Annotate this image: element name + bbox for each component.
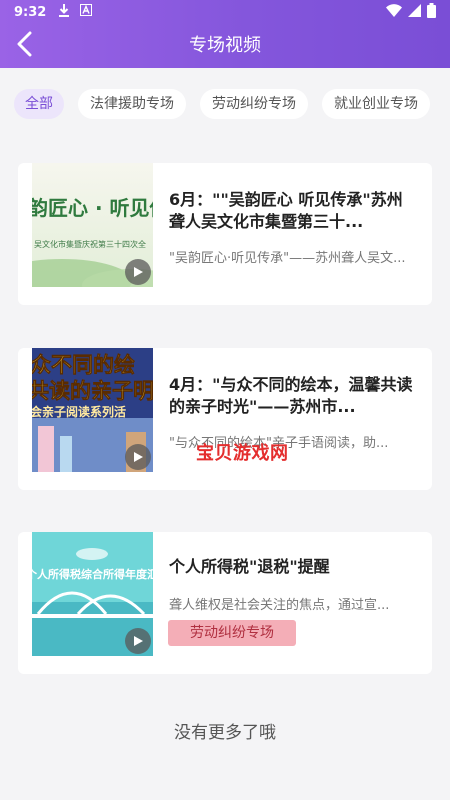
thumbnail-line-2: 共读的亲子明: [32, 379, 153, 403]
video-thumbnail[interactable]: 众不同的绘 共读的亲子明 会亲子阅读系列活: [32, 348, 153, 472]
video-card[interactable]: 众不同的绘 共读的亲子明 会亲子阅读系列活 4月："与众不同的绘本，温馨共读的亲…: [18, 348, 432, 490]
battery-icon: [427, 2, 436, 22]
category-tabs: 全部 法律援助专场 劳动纠纷专场 就业创业专场: [14, 89, 430, 119]
thumbnail-headline: 韵匠心 · 听见传: [32, 196, 153, 220]
video-description: 聋人维权是社会关注的焦点，通过宣...: [169, 598, 390, 613]
navigation-bar: 专场视频: [0, 24, 450, 68]
end-of-list-text: 没有更多了哦: [174, 723, 276, 743]
tab-employment[interactable]: 就业创业专场: [322, 89, 430, 119]
video-title[interactable]: 4月："与众不同的绘本，温馨共读的亲子时光"——苏州市...: [169, 374, 414, 418]
thumbnail-subline: 吴文化市集暨庆祝第三十四次全: [34, 239, 146, 249]
thumbnail-line-1: 众不同的绘: [32, 353, 135, 377]
tab-all[interactable]: 全部: [14, 89, 64, 119]
play-button[interactable]: [125, 444, 151, 470]
tab-labor-dispute[interactable]: 劳动纠纷专场: [200, 89, 308, 119]
play-icon: [132, 451, 144, 463]
play-icon: [132, 266, 144, 278]
a-notification-icon: [80, 4, 93, 20]
play-icon: [132, 635, 144, 647]
video-thumbnail[interactable]: 个人所得税综合所得年度汇: [32, 532, 153, 656]
play-button[interactable]: [125, 259, 151, 285]
video-description: "吴韵匠心·听见传承"——苏州聋人吴文...: [169, 251, 406, 266]
video-title[interactable]: 6月：""吴韵匠心 听见传承"苏州聋人吴文化市集暨第三十...: [169, 189, 414, 233]
app-header: 9:32 专场视频: [0, 0, 450, 68]
thumbnail-line-3: 会亲子阅读系列活: [32, 404, 126, 419]
signal-icon: [408, 3, 421, 21]
thumbnail-headline: 个人所得税综合所得年度汇: [32, 567, 153, 581]
video-card[interactable]: 韵匠心 · 听见传 吴文化市集暨庆祝第三十四次全 6月：""吴韵匠心 听见传承"…: [18, 163, 432, 305]
video-title[interactable]: 个人所得税"退税"提醒: [169, 556, 414, 578]
tab-legal-aid[interactable]: 法律援助专场: [78, 89, 186, 119]
status-time: 9:32: [14, 4, 47, 20]
status-bar: 9:32: [0, 0, 450, 24]
video-card[interactable]: 个人所得税综合所得年度汇 个人所得税"退税"提醒 聋人维权是社会关注的焦点，通过…: [18, 532, 432, 674]
video-thumbnail[interactable]: 韵匠心 · 听见传 吴文化市集暨庆祝第三十四次全: [32, 163, 153, 287]
category-tag[interactable]: 劳动纠纷专场: [168, 620, 296, 646]
wifi-icon: [386, 3, 402, 21]
watermark-text: 宝贝游戏网: [196, 443, 289, 464]
page-title: 专场视频: [189, 35, 261, 56]
download-icon: [58, 3, 70, 21]
play-button[interactable]: [125, 628, 151, 654]
